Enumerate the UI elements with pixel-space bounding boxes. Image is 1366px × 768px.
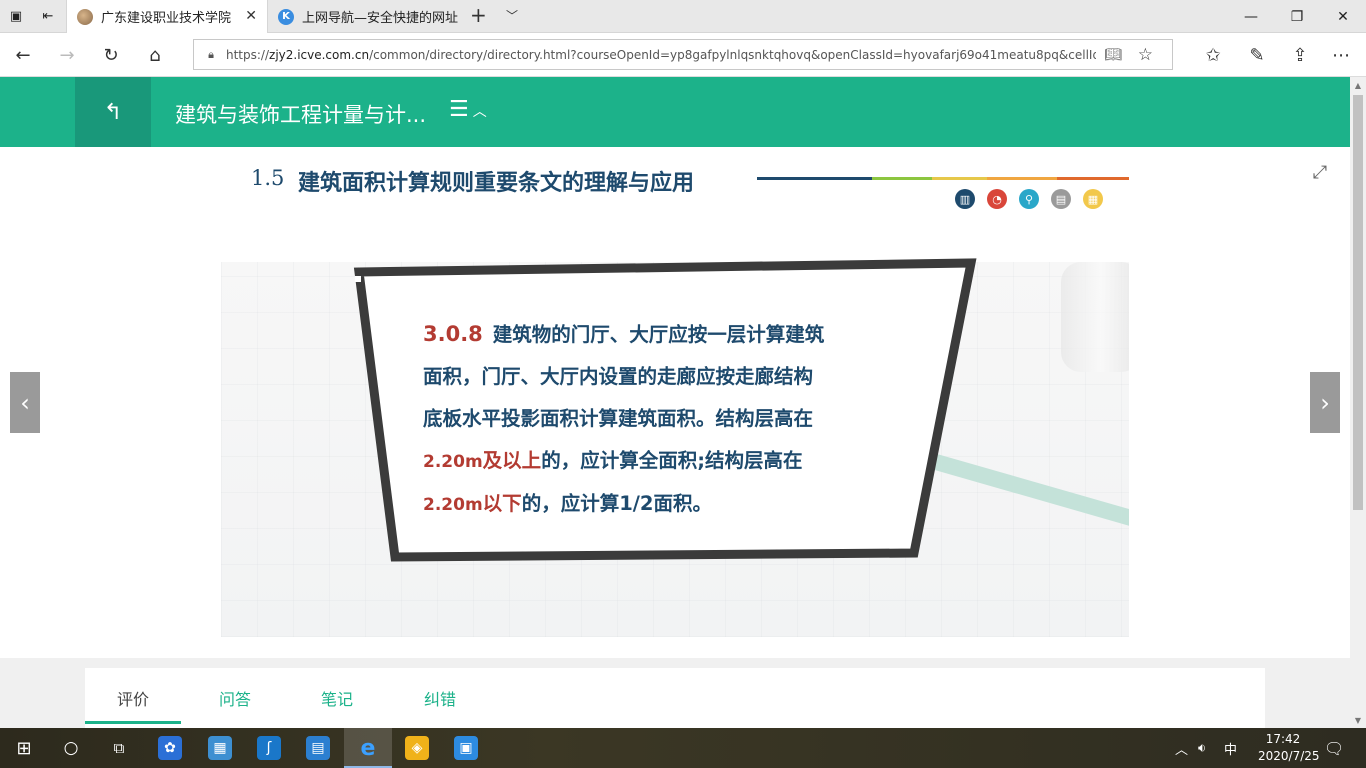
ime-indicator[interactable]: 中 [1224, 728, 1237, 768]
windows-taskbar: ⊞ ○ ⧉ ✿ ▦ ʃ ▤ e ◈ ▣ ︿ 🔉︎ 中 17:42 2020/7/… [0, 728, 1366, 768]
tab-qa[interactable]: 问答 [219, 686, 251, 710]
slide-viewer: 1.5 建筑面积计算规则重要条文的理解与应用 ▥ ◔ ⚲ ▤ ▦ ⤢ ‹ › 3… [0, 147, 1350, 658]
book-icon[interactable]: ▤ [1051, 189, 1071, 209]
system-clock[interactable]: 17:42 2020/7/25 [1258, 731, 1320, 765]
action-center-icon[interactable]: 🗨︎ [1324, 728, 1344, 768]
section-title: 建筑面积计算规则重要条文的理解与应用 [298, 171, 695, 196]
scroll-up-icon[interactable]: ▲ [1350, 77, 1366, 93]
address-bar[interactable]: 🔒︎ https://zjy2.icve.com.cn/common/direc… [193, 39, 1173, 70]
forward-arrow-icon[interactable]: → [52, 40, 82, 70]
return-arrow-icon: ↰ [103, 99, 123, 125]
lock-icon: 🔒︎ [208, 47, 214, 61]
web-note-pen-icon[interactable]: ✎ [1242, 40, 1272, 70]
new-tab-button[interactable]: + [470, 3, 487, 27]
chevron-up-icon: ︿ [472, 104, 487, 120]
show-hidden-icons-chevron-icon[interactable]: ︿ [1175, 728, 1188, 768]
document-app-icon[interactable]: ▤ [302, 732, 334, 764]
tab-label: 上网导航—安全快捷的网址 [302, 11, 459, 26]
hamburger-icon: ☰ [449, 97, 469, 122]
refresh-icon[interactable]: ↻ [96, 40, 126, 70]
tab-corrections[interactable]: 纠错 [424, 686, 456, 710]
url-text[interactable]: https://zjy2.icve.com.cn/common/director… [226, 48, 1096, 62]
clause-line-3: 底板水平投影面积计算建筑面积。结构层高在 [423, 407, 814, 430]
tab-navigation[interactable]: K 上网导航—安全快捷的网址 [268, 0, 468, 33]
active-tab-underline [85, 721, 181, 724]
page-scrollbar[interactable]: ▲ ▼ [1350, 77, 1366, 728]
favorite-star-icon[interactable]: ☆ [1138, 45, 1153, 65]
close-tab-icon[interactable]: ✕ [245, 8, 257, 24]
clause-number: 3.0.8 [423, 322, 483, 346]
title-divider [757, 177, 1129, 180]
bar-chart-icon[interactable]: ▥ [955, 189, 975, 209]
directory-menu-toggle[interactable]: ☰ ︿ [449, 97, 487, 122]
clause-text: 3.0.8 建筑物的门厅、大厅应按一层计算建筑 面积，门厅、大厅内设置的走廊应按走… [423, 313, 893, 526]
preview-app-icon[interactable]: ▣ [450, 732, 482, 764]
clause-line-5: 2.20m以下的，应计算1/2面积。 [423, 492, 712, 515]
fullscreen-icon[interactable]: ⤢ [1307, 159, 1333, 185]
tab-notes[interactable]: 笔记 [321, 686, 353, 710]
notepad-icon[interactable]: ▦ [1083, 189, 1103, 209]
home-icon[interactable]: ⌂ [140, 40, 170, 70]
tab-rating[interactable]: 评价 [117, 686, 149, 710]
tab-gdcvi[interactable]: 广东建设职业技术学院 ✕ [66, 0, 268, 33]
reading-view-icon[interactable]: 📖︎ [1104, 47, 1122, 63]
slide-toolbar: ▥ ◔ ⚲ ▤ ▦ [955, 189, 1103, 209]
browser-tab-strip: ▣ ⇤ 广东建设职业技术学院 ✕ K 上网导航—安全快捷的网址 + ﹀ — ❐ … [0, 0, 1366, 33]
baidu-paw-icon[interactable]: ✿ [154, 732, 186, 764]
chevron-right-icon: › [1320, 388, 1330, 417]
volume-icon[interactable]: 🔉︎ [1198, 728, 1206, 768]
share-icon[interactable]: ⇪ [1285, 40, 1315, 70]
desktop-app-icon[interactable]: ▦ [204, 732, 236, 764]
browser-toolbar: ← → ↻ ⌂ 🔒︎ https://zjy2.icve.com.cn/comm… [0, 33, 1366, 77]
school-favicon-icon [77, 8, 93, 25]
course-title: 建筑与装饰工程计量与计... [175, 103, 427, 127]
course-header: ↰ 建筑与装饰工程计量与计... ☰ ︿ [0, 77, 1350, 147]
back-arrow-icon[interactable]: ← [8, 40, 38, 70]
task-view-icon[interactable]: ⧉ [103, 732, 135, 764]
back-button[interactable]: ↰ [75, 77, 151, 147]
more-menu-icon[interactable]: ⋯ [1326, 40, 1356, 70]
clause-line-1: 3.0.8 建筑物的门厅、大厅应按一层计算建筑 [423, 322, 825, 346]
chevron-left-icon: ‹ [20, 388, 30, 417]
favorites-hub-icon[interactable]: ✩ [1198, 40, 1228, 70]
section-number: 1.5 [251, 166, 285, 190]
tab-label: 广东建设职业技术学院 [101, 11, 232, 26]
swan-app-icon[interactable]: ʃ [253, 732, 285, 764]
pie-chart-icon[interactable]: ◔ [987, 189, 1007, 209]
k-favicon-icon: K [278, 8, 294, 25]
minimize-button[interactable]: — [1228, 0, 1274, 33]
bottom-tab-bar: 评价 问答 笔记 纠错 [85, 668, 1265, 728]
close-window-button[interactable]: ✕ [1320, 0, 1366, 33]
scrollbar-thumb[interactable] [1353, 95, 1363, 510]
restore-button[interactable]: ❐ [1274, 0, 1320, 33]
windows-start-icon[interactable]: ⊞ [8, 732, 40, 764]
cortana-search-icon[interactable]: ○ [55, 732, 87, 764]
set-aside-tabs-icon[interactable]: ⇤ [32, 0, 64, 33]
paper-roll-decoration [1061, 262, 1129, 372]
tab-preview-chevron-icon[interactable]: ﹀ [506, 7, 518, 24]
yellow-app-icon[interactable]: ◈ [401, 732, 433, 764]
scroll-down-icon[interactable]: ▼ [1350, 712, 1366, 728]
edge-browser-icon[interactable]: e [352, 732, 384, 764]
previous-slide-button[interactable]: ‹ [10, 372, 40, 433]
tab-actions-icon[interactable]: ▣ [0, 0, 32, 33]
next-slide-button[interactable]: › [1310, 372, 1340, 433]
clause-line-2: 面积，门厅、大厅内设置的走廊应按走廊结构 [423, 365, 814, 388]
clause-line-4: 2.20m及以上的，应计算全面积;结构层高在 [423, 449, 803, 472]
magnifier-icon[interactable]: ⚲ [1019, 189, 1039, 209]
